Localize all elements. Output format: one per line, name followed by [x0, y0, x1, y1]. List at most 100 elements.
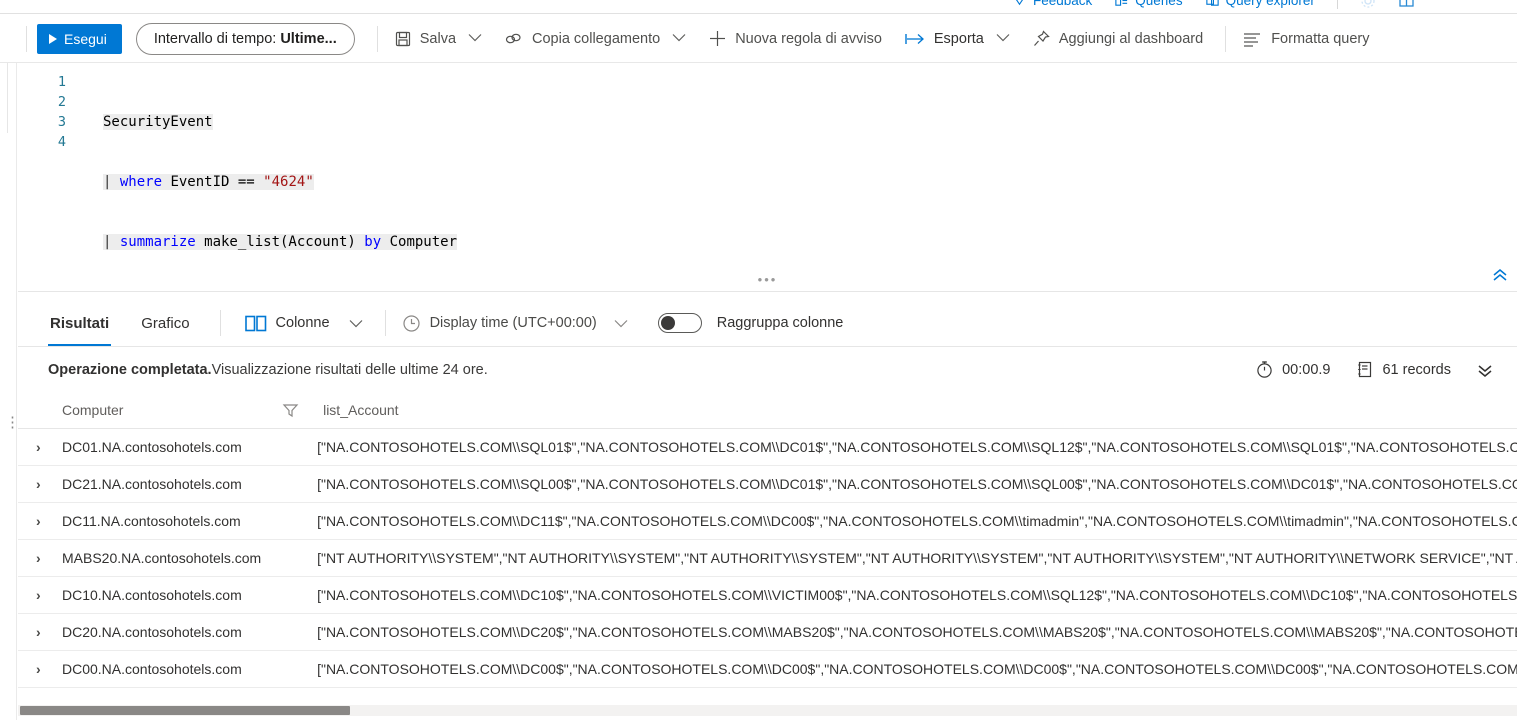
table-row[interactable]: › DC20.NA.contosohotels.com ["NA.CONTOSO… — [18, 613, 1517, 651]
run-query-button[interactable]: Esegui — [37, 23, 122, 54]
copy-link-chevron-down-icon[interactable] — [666, 33, 696, 45]
pin-to-dashboard-label: Aggiungi al dashboard — [1058, 30, 1204, 47]
column-header-list-account[interactable]: list_Account — [317, 392, 1517, 429]
export-chevron-down-icon[interactable] — [990, 33, 1020, 45]
feedback-icon — [1012, 0, 1027, 8]
table-row[interactable]: › DC01.NA.contosohotels.com ["NA.CONTOSO… — [18, 428, 1517, 466]
display-time-label: Display time (UTC+00:00) — [429, 315, 597, 331]
expand-column-header — [18, 392, 62, 429]
feedback-label: Feedback — [1033, 0, 1093, 8]
collapse-editor-chevron-up-icon[interactable] — [1491, 267, 1509, 287]
chevron-right-icon: › — [36, 438, 41, 455]
save-button[interactable]: Salva — [388, 22, 462, 56]
row-expander[interactable]: › — [18, 502, 62, 540]
column-header-computer-label: Computer — [62, 401, 124, 418]
feedback-button[interactable]: Feedback — [1012, 0, 1092, 8]
pin-to-dashboard-button[interactable]: Aggiungi al dashboard — [1026, 22, 1209, 56]
chevron-right-icon: › — [36, 660, 41, 677]
row-expander[interactable]: › — [18, 613, 62, 651]
line-number: 1 — [57, 74, 66, 90]
tab-grafico[interactable]: Grafico — [139, 300, 191, 346]
settings-gear-button[interactable] — [1360, 0, 1376, 9]
group-columns-control[interactable]: Raggruppa colonne — [657, 313, 843, 333]
cell-list-account: ["NA.CONTOSOHOTELS.COM\\DC10$","NA.CONTO… — [317, 576, 1517, 614]
query-duration-value: 00:00.9 — [1282, 361, 1331, 378]
columns-picker-button[interactable]: Colonne — [244, 315, 363, 332]
records-icon — [1356, 360, 1374, 379]
cell-list-account: ["NA.CONTOSOHOTELS.COM\\DC20$","NA.CONTO… — [317, 613, 1517, 651]
copy-link-button[interactable]: Copia collegamento — [498, 22, 666, 56]
results-tab-bar: Risultati Grafico Colonne Display time (… — [18, 300, 1517, 347]
table-row[interactable]: › DC10.NA.contosohotels.com ["NA.CONTOSO… — [18, 576, 1517, 614]
pin-icon — [1032, 29, 1051, 48]
code-line-1: SecurityEvent — [103, 112, 457, 132]
new-alert-rule-label: Nuova regola di avviso — [735, 30, 882, 47]
table-row[interactable]: › MABS20.NA.contosohotels.com ["NT AUTHO… — [18, 539, 1517, 577]
query-explorer-icon — [1205, 0, 1220, 8]
record-count-value: 61 records — [1382, 361, 1451, 378]
plus-icon — [708, 29, 727, 48]
column-header-computer[interactable]: Computer — [62, 392, 318, 429]
queries-button[interactable]: Queries — [1114, 0, 1183, 8]
collapse-results-button[interactable] — [1475, 362, 1495, 378]
tab-risultati[interactable]: Risultati — [48, 300, 112, 346]
editor-code-area[interactable]: SecurityEvent | where EventID == "4624" … — [103, 72, 458, 291]
row-expander[interactable]: › — [18, 650, 62, 688]
cell-list-account: ["NA.CONTOSOHOTELS.COM\\DC11$","NA.CONTO… — [317, 502, 1517, 540]
log-analytics-query-page: Feedback Queries Query explorer ⋮ Esegui… — [0, 0, 1517, 720]
editor-resize-grip[interactable]: ••• — [758, 272, 778, 287]
cmdbar-divider-1 — [376, 25, 378, 52]
editor-line-numbers: 1 2 3 4 — [18, 72, 66, 152]
resbar-divider-0 — [219, 310, 221, 336]
record-count: 61 records — [1356, 360, 1451, 379]
settings-gear-icon — [1360, 0, 1376, 9]
scrollbar-thumb[interactable] — [20, 706, 350, 715]
code-line-3: | summarize make_list(Account) by Comput… — [103, 232, 458, 252]
code-table-name: SecurityEvent — [103, 114, 213, 130]
display-time-button[interactable]: Display time (UTC+00:00) — [402, 314, 628, 333]
cell-list-account: ["NA.CONTOSOHOTELS.COM\\DC00$","NA.CONTO… — [317, 650, 1517, 688]
code-pipe: | — [103, 174, 120, 190]
table-body: › DC01.NA.contosohotels.com ["NA.CONTOSO… — [18, 428, 1517, 688]
export-label: Esporta — [933, 30, 984, 47]
table-row[interactable]: › DC11.NA.contosohotels.com ["NA.CONTOSO… — [18, 502, 1517, 540]
filter-icon[interactable] — [282, 402, 299, 421]
cell-computer: DC20.NA.contosohotels.com — [62, 613, 318, 651]
results-table: Computer list_Account › DC01.NA.contosoh… — [18, 392, 1517, 688]
row-expander[interactable]: › — [18, 576, 62, 614]
link-icon — [504, 31, 524, 47]
row-expander[interactable]: › — [18, 428, 62, 466]
export-button[interactable]: Esporta — [898, 22, 990, 56]
query-explorer-label: Query explorer — [1225, 0, 1315, 8]
cell-list-account: ["NA.CONTOSOHOTELS.COM\\SQL00$","NA.CONT… — [317, 465, 1517, 503]
results-table-container[interactable]: Computer list_Account › DC01.NA.contosoh… — [18, 392, 1517, 712]
table-row[interactable]: › DC00.NA.contosohotels.com ["NA.CONTOSO… — [18, 650, 1517, 688]
help-book-button[interactable] — [1398, 0, 1415, 9]
kql-query-editor[interactable]: 1 2 3 4 SecurityEvent | where EventID ==… — [18, 64, 1517, 292]
table-header-row: Computer list_Account — [18, 392, 1517, 429]
row-expander[interactable]: › — [18, 465, 62, 503]
format-query-label: Formatta query — [1271, 30, 1370, 47]
group-columns-toggle[interactable] — [657, 313, 702, 333]
table-row[interactable]: › DC21.NA.contosohotels.com ["NA.CONTOSO… — [18, 465, 1517, 503]
time-range-picker[interactable]: Intervallo di tempo: Ultime... — [135, 22, 355, 55]
chevron-double-down-icon — [1475, 362, 1495, 378]
new-alert-rule-button[interactable]: Nuova regola di avviso — [702, 22, 888, 56]
row-expander[interactable]: › — [18, 539, 62, 577]
code-pipe: | — [103, 234, 120, 250]
format-query-button[interactable]: Formatta query — [1236, 22, 1375, 56]
play-icon — [49, 33, 57, 44]
export-icon — [904, 31, 926, 47]
save-chevron-down-icon[interactable] — [462, 33, 492, 45]
results-horizontal-scrollbar[interactable] — [18, 705, 1517, 716]
query-command-bar: Esegui Intervallo di tempo: Ultime... Sa… — [0, 15, 1517, 63]
display-time-chevron-down-icon[interactable] — [614, 319, 628, 328]
book-help-icon — [1398, 0, 1415, 9]
save-disk-icon — [394, 30, 412, 48]
query-explorer-button[interactable]: Query explorer — [1205, 0, 1315, 8]
tab-grafico-label: Grafico — [141, 314, 190, 332]
columns-chevron-down-icon[interactable] — [349, 319, 363, 328]
cell-list-account: ["NA.CONTOSOHOTELS.COM\\SQL01$","NA.CONT… — [317, 428, 1517, 466]
queries-label: Queries — [1135, 0, 1183, 8]
status-rest-text: Visualizzazione risultati delle ultime 2… — [211, 361, 488, 378]
